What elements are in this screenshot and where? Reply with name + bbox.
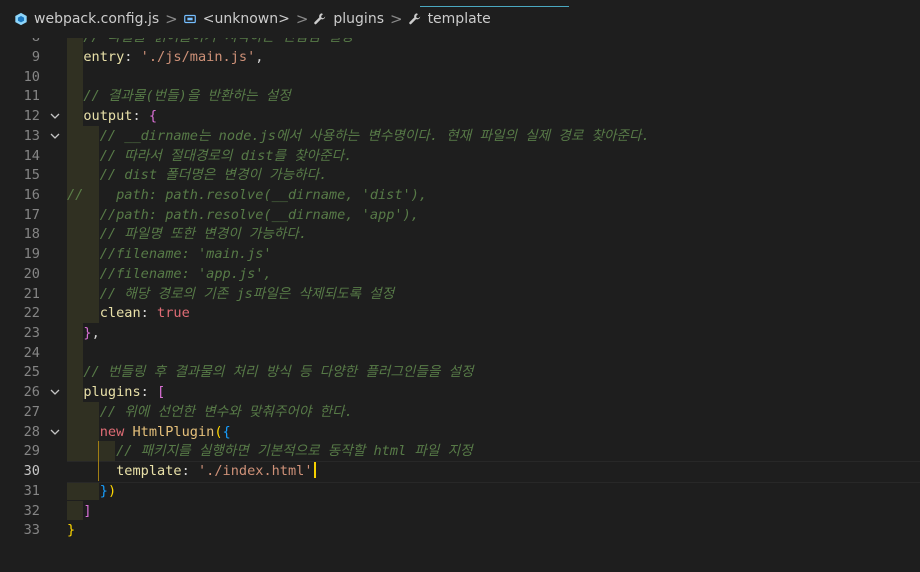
code-line[interactable]: 17 //path: path.resolve(__dirname, 'app'… xyxy=(0,205,920,225)
code-line[interactable]: 21 // 해당 경로의 기존 js파일은 삭제되도록 설정 xyxy=(0,284,920,304)
line-number: 19 xyxy=(23,246,40,263)
code-text: // 패키지를 실행하면 기본적으로 동작할 html 파일 지정 xyxy=(116,443,473,460)
code-text: template: './index.html' xyxy=(67,461,316,481)
code-line[interactable]: 25 // 번들링 후 결과물의 처리 방식 등 다양한 플러그인들을 설정 xyxy=(0,362,920,382)
line-number: 21 xyxy=(23,285,40,302)
code-line[interactable]: 13 // __dirname는 node.js에서 사용하는 변수명이다. 현… xyxy=(0,126,920,146)
line-number: 14 xyxy=(23,147,40,164)
code-text: // 결과물(번들)을 반환하는 설정 xyxy=(83,88,291,105)
wrench-icon xyxy=(314,13,326,25)
code-text: // path: path.resolve(__dirname, 'dist')… xyxy=(67,186,428,203)
line-number: 26 xyxy=(23,384,40,401)
breadcrumb-unknown[interactable]: <unknown> xyxy=(183,11,290,27)
line-number: 12 xyxy=(23,108,40,125)
symbol-variable-icon xyxy=(183,14,196,24)
code-line[interactable]: 11 // 결과물(번들)을 반환하는 설정 xyxy=(0,86,920,106)
code-text: //filename: 'main.js' xyxy=(99,246,272,263)
line-number: 20 xyxy=(23,265,40,282)
code-line[interactable]: 29 // 패키지를 실행하면 기본적으로 동작할 html 파일 지정 xyxy=(0,441,920,461)
code-line[interactable]: 26 plugins: [ xyxy=(0,382,920,402)
code-line[interactable]: 28 new HtmlPlugin({ xyxy=(0,422,920,442)
code-line[interactable]: 20 //filename: 'app.js', xyxy=(0,264,920,284)
code-text: // 번들링 후 결과물의 처리 방식 등 다양한 플러그인들을 설정 xyxy=(83,364,474,381)
code-text: }) xyxy=(99,482,117,499)
line-number: 18 xyxy=(23,226,40,243)
line-number: 22 xyxy=(23,305,40,322)
code-text: // __dirname는 node.js에서 사용하는 변수명이다. 현재 파… xyxy=(99,127,650,144)
breadcrumb-unknown-label: <unknown> xyxy=(202,11,290,27)
text-cursor xyxy=(313,462,316,479)
line-number: 11 xyxy=(23,88,40,105)
code-line[interactable]: 31 }) xyxy=(0,481,920,501)
code-text: new HtmlPlugin({ xyxy=(99,423,231,440)
code-line[interactable]: 22 clean: true xyxy=(0,303,920,323)
line-number: 25 xyxy=(23,364,40,381)
code-line[interactable]: 16 // path: path.resolve(__dirname, 'dist… xyxy=(0,185,920,205)
code-line[interactable]: 19 //filename: 'main.js' xyxy=(0,244,920,264)
line-number: 33 xyxy=(23,522,40,539)
code-text: }, xyxy=(83,325,100,342)
webpack-cube-icon xyxy=(15,12,27,26)
code-text: // dist 폴더명은 변경이 가능하다. xyxy=(99,167,328,184)
line-number: 23 xyxy=(23,325,40,342)
code-text: //filename: 'app.js', xyxy=(99,265,272,282)
chevron-right-icon: > xyxy=(165,10,178,28)
code-line[interactable]: 24 xyxy=(0,343,920,363)
line-number: 30 xyxy=(23,463,40,480)
chevron-right-icon: > xyxy=(389,10,403,28)
code-text: // 위에 선언한 변수와 맞춰주어야 한다. xyxy=(99,403,353,420)
code-line[interactable]: 32 ] xyxy=(0,501,920,521)
code-editor[interactable]: 7module.exports = {8 // 파일을 읽어들이기 시작하는 진… xyxy=(0,18,920,572)
line-number: 10 xyxy=(23,68,40,85)
breadcrumb-template-label: template xyxy=(427,11,491,27)
line-number: 31 xyxy=(23,482,40,499)
line-number: 15 xyxy=(23,167,40,184)
code-text: // 파일명 또한 변경이 가능하다. xyxy=(99,226,308,243)
line-number: 32 xyxy=(23,502,40,519)
code-text: output: { xyxy=(83,108,158,125)
line-number: 27 xyxy=(23,403,40,420)
wrench-icon xyxy=(408,13,420,25)
code-line[interactable]: 33} xyxy=(0,520,920,540)
breadcrumb-plugins[interactable]: plugins xyxy=(313,11,384,27)
line-number: 29 xyxy=(23,443,40,460)
code-text: entry: './js/main.js', xyxy=(83,48,264,65)
code-line[interactable]: 14 // 따라서 절대경로의 dist를 찾아준다. xyxy=(0,146,920,166)
breadcrumb-plugins-label: plugins xyxy=(333,11,384,27)
line-number: 17 xyxy=(23,206,40,223)
breadcrumb-file[interactable]: webpack.config.js xyxy=(14,11,159,27)
code-text: clean: true xyxy=(99,305,190,322)
code-text: plugins: [ xyxy=(83,384,166,401)
chevron-right-icon: > xyxy=(295,10,309,28)
code-text: } xyxy=(67,522,76,539)
line-number: 28 xyxy=(23,423,40,440)
code-line[interactable]: 30 template: './index.html' xyxy=(0,461,920,481)
code-text: // 해당 경로의 기존 js파일은 삭제되도록 설정 xyxy=(99,285,395,302)
code-text: //path: path.resolve(__dirname, 'app'), xyxy=(99,206,419,223)
code-text: // 따라서 절대경로의 dist를 찾아준다. xyxy=(99,147,353,164)
code-text: ] xyxy=(83,502,92,519)
code-line[interactable]: 12 output: { xyxy=(0,106,920,126)
code-line[interactable]: 10 xyxy=(0,67,920,87)
code-line[interactable]: 23 }, xyxy=(0,323,920,343)
line-number: 24 xyxy=(23,344,40,361)
breadcrumb-file-label: webpack.config.js xyxy=(34,11,160,27)
line-number: 9 xyxy=(31,48,40,65)
code-line[interactable]: 18 // 파일명 또한 변경이 가능하다. xyxy=(0,224,920,244)
breadcrumb-template[interactable]: template xyxy=(408,11,491,27)
top-accent-line xyxy=(420,6,569,7)
code-line[interactable]: 9 entry: './js/main.js', xyxy=(0,47,920,67)
code-line[interactable]: 15 // dist 폴더명은 변경이 가능하다. xyxy=(0,165,920,185)
code-line[interactable]: 27 // 위에 선언한 변수와 맞춰주어야 한다. xyxy=(0,402,920,422)
line-number: 16 xyxy=(23,186,40,203)
line-number: 13 xyxy=(23,127,40,144)
